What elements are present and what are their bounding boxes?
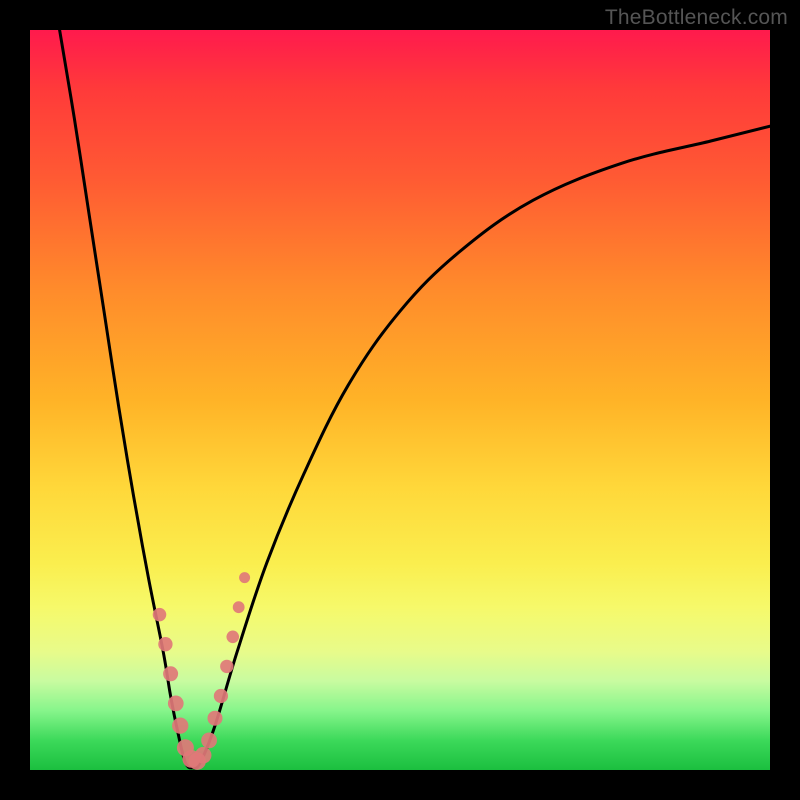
highlight-dot bbox=[195, 747, 212, 764]
highlight-dot bbox=[172, 717, 188, 733]
plot-area bbox=[30, 30, 770, 770]
highlight-dot bbox=[233, 601, 245, 613]
highlight-dot bbox=[163, 666, 178, 681]
highlight-dot bbox=[208, 711, 223, 726]
chart-frame: TheBottleneck.com bbox=[0, 0, 800, 800]
highlight-dot bbox=[214, 689, 228, 703]
highlight-dot bbox=[201, 733, 217, 749]
highlight-dot bbox=[239, 572, 250, 583]
highlight-dot bbox=[158, 637, 172, 651]
bottleneck-curve bbox=[60, 30, 770, 768]
highlight-dot bbox=[168, 696, 184, 712]
highlight-dot bbox=[220, 660, 233, 673]
highlight-dot bbox=[226, 631, 239, 644]
highlight-dot bbox=[153, 608, 167, 622]
watermark-text: TheBottleneck.com bbox=[605, 6, 788, 30]
curve-layer bbox=[30, 30, 770, 770]
